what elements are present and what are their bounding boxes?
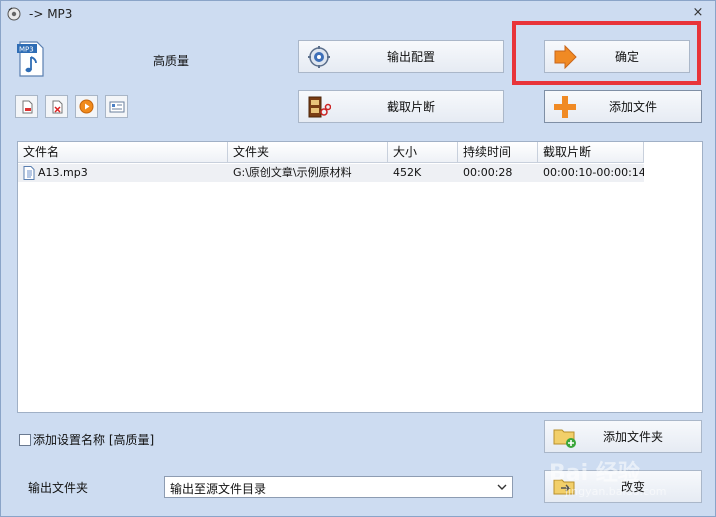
chevron-down-icon bbox=[497, 484, 507, 490]
small-toolbar bbox=[15, 95, 128, 118]
add-folder-button[interactable]: 添加文件夹 bbox=[544, 420, 702, 453]
file-list[interactable]: 文件名 文件夹 大小 持续时间 截取片断 A13.mp3 G:\原创文章\示例原… bbox=[17, 141, 703, 413]
file-list-header: 文件名 文件夹 大小 持续时间 截取片断 bbox=[18, 142, 644, 163]
info-icon bbox=[109, 101, 124, 112]
output-folder-value: 输出至源文件目录 bbox=[170, 482, 267, 496]
add-file-button[interactable]: 添加文件 bbox=[544, 90, 702, 123]
column-header-clip[interactable]: 截取片断 bbox=[538, 142, 644, 163]
add-profile-name-label: 添加设置名称 [高质量] bbox=[33, 433, 155, 447]
cell-file-name: A13.mp3 bbox=[18, 164, 228, 182]
main-window: -> MP3 × MP3 高质量 输出配置 截取片断 确定 添加文件 文件名 文… bbox=[0, 0, 716, 517]
table-row[interactable]: A13.mp3 G:\原创文章\示例原材料 452K 00:00:28 00:0… bbox=[18, 164, 644, 182]
folder-change-icon bbox=[553, 479, 575, 495]
add-profile-name-checkbox[interactable] bbox=[19, 433, 31, 446]
plus-icon bbox=[554, 96, 576, 118]
delete-button[interactable] bbox=[45, 95, 68, 118]
window-title: -> MP3 bbox=[29, 7, 73, 21]
cell-folder: G:\原创文章\示例原材料 bbox=[233, 166, 352, 179]
close-icon: × bbox=[692, 5, 704, 20]
film-scissors-icon bbox=[308, 96, 331, 118]
folder-add-icon bbox=[553, 429, 576, 448]
remove-button[interactable] bbox=[15, 95, 38, 118]
change-button[interactable]: 改变 bbox=[544, 470, 702, 503]
output-config-button[interactable]: 输出配置 bbox=[298, 40, 504, 73]
app-icon bbox=[7, 7, 21, 21]
play-button[interactable] bbox=[75, 95, 98, 118]
ok-button[interactable]: 确定 bbox=[544, 40, 690, 73]
output-folder-label: 输出文件夹 bbox=[28, 481, 89, 495]
output-folder-select[interactable]: 输出至源文件目录 bbox=[164, 476, 513, 498]
column-header-duration[interactable]: 持续时间 bbox=[458, 142, 538, 163]
file-name-text: A13.mp3 bbox=[38, 166, 88, 179]
profile-quality-label[interactable]: 高质量 bbox=[153, 52, 189, 69]
svg-text:MP3: MP3 bbox=[19, 46, 34, 54]
add-profile-name-option[interactable]: 添加设置名称 [高质量] bbox=[19, 431, 154, 448]
title-bar[interactable]: -> MP3 × bbox=[1, 1, 715, 27]
column-header-folder[interactable]: 文件夹 bbox=[228, 142, 388, 163]
play-icon bbox=[79, 99, 94, 114]
clip-segment-button[interactable]: 截取片断 bbox=[298, 90, 504, 123]
close-button[interactable]: × bbox=[691, 5, 705, 21]
settings-icon bbox=[308, 46, 330, 68]
mp3-file-icon: MP3 bbox=[17, 41, 44, 77]
delete-icon bbox=[52, 100, 62, 113]
cell-clip: 00:00:10-00:00:14 bbox=[543, 166, 644, 179]
cell-size: 452K bbox=[393, 166, 422, 179]
remove-icon bbox=[22, 100, 32, 113]
audio-file-icon bbox=[23, 166, 35, 180]
column-header-name[interactable]: 文件名 bbox=[18, 142, 228, 163]
arrow-right-icon bbox=[554, 45, 577, 69]
cell-duration: 00:00:28 bbox=[463, 166, 513, 179]
column-header-size[interactable]: 大小 bbox=[388, 142, 458, 163]
info-button[interactable] bbox=[105, 95, 128, 118]
